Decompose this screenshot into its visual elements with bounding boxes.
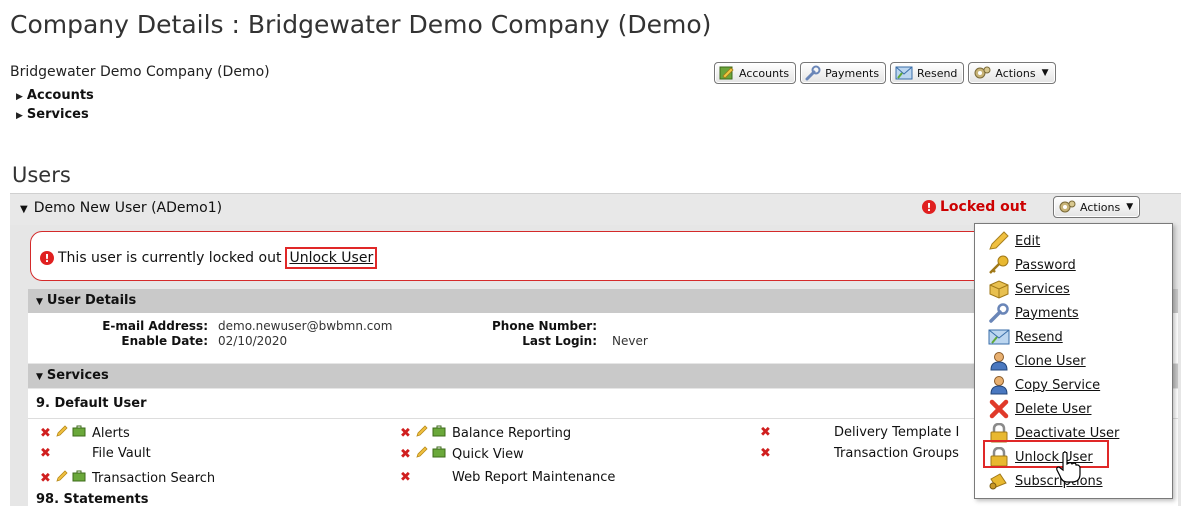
collapse-arrow-icon: ▼ bbox=[36, 297, 43, 307]
remove-icon[interactable]: ✖ bbox=[400, 447, 416, 462]
resend-button[interactable]: Resend bbox=[890, 62, 965, 84]
menu-item-payments[interactable]: Payments bbox=[988, 303, 1079, 323]
lock-notice-text: ! This user is currently locked out Unlo… bbox=[40, 247, 378, 269]
remove-icon[interactable]: ✖ bbox=[760, 446, 776, 461]
remove-icon[interactable]: ✖ bbox=[40, 446, 56, 461]
enable-date-label: Enable Date: bbox=[121, 334, 208, 348]
remove-icon[interactable]: ✖ bbox=[400, 426, 416, 441]
expand-arrow-icon: ▶ bbox=[16, 111, 23, 121]
unlock-user-link[interactable]: Unlock User bbox=[285, 247, 378, 269]
services-toggle[interactable]: ▼ Services bbox=[36, 368, 109, 383]
megaphone-icon bbox=[989, 473, 1007, 490]
pencil-icon[interactable] bbox=[416, 446, 432, 462]
gears-icon bbox=[1059, 200, 1076, 213]
company-name: Bridgewater Demo Company (Demo) bbox=[10, 64, 270, 80]
service-item: ✖ Web Report Maintenance bbox=[400, 470, 616, 485]
accounts-button[interactable]: Accounts bbox=[714, 62, 797, 84]
delete-icon bbox=[989, 399, 1009, 419]
company-actions-button[interactable]: Actions ▼ bbox=[968, 62, 1056, 84]
tree-item-accounts[interactable]: ▶ Accounts bbox=[16, 88, 94, 103]
menu-item-edit[interactable]: Edit bbox=[988, 231, 1040, 251]
email-value: demo.newuser@bwbmn.com bbox=[218, 319, 393, 333]
service-item: ✖ Transaction Search bbox=[40, 470, 216, 486]
user-collapse-toggle[interactable]: ▼ Demo New User (ADemo1) bbox=[20, 200, 222, 216]
collapse-arrow-icon: ▼ bbox=[20, 204, 28, 215]
service-item: ✖ Alerts bbox=[40, 425, 130, 441]
alert-icon: ! bbox=[40, 251, 54, 265]
user-icon bbox=[990, 352, 1008, 371]
service-item: ✖ File Vault bbox=[40, 446, 151, 461]
pencil-icon[interactable] bbox=[416, 425, 432, 441]
box-icon bbox=[989, 280, 1009, 299]
key-icon bbox=[989, 255, 1009, 274]
service-group-default-user: 9. Default User bbox=[36, 396, 147, 411]
users-heading: Users bbox=[12, 163, 71, 187]
service-group-statements: 98. Statements bbox=[36, 492, 149, 507]
pencil-icon bbox=[989, 231, 1009, 250]
hand-cursor-icon bbox=[1056, 452, 1081, 483]
payments-button[interactable]: Payments bbox=[800, 62, 887, 84]
phone-label: Phone Number: bbox=[492, 319, 597, 333]
alert-icon: ! bbox=[922, 200, 936, 214]
tree-item-services[interactable]: ▶ Services bbox=[16, 107, 89, 122]
enable-date-value: 02/10/2020 bbox=[218, 334, 288, 348]
remove-icon[interactable]: ✖ bbox=[400, 470, 416, 485]
locked-out-status: ! Locked out bbox=[922, 199, 1026, 215]
briefcase-icon bbox=[72, 425, 92, 441]
remove-icon[interactable]: ✖ bbox=[40, 426, 56, 441]
wrench-icon bbox=[989, 303, 1009, 323]
briefcase-icon bbox=[432, 446, 452, 462]
last-login-label: Last Login: bbox=[522, 334, 597, 348]
dropdown-caret-icon: ▼ bbox=[1126, 202, 1134, 212]
menu-item-subscriptions[interactable]: Subscriptions bbox=[988, 471, 1103, 491]
menu-item-services[interactable]: Services bbox=[988, 279, 1070, 299]
company-toolbar: Accounts Payments Resend Actions ▼ bbox=[714, 62, 1056, 84]
remove-icon[interactable]: ✖ bbox=[760, 425, 776, 440]
gears-icon bbox=[974, 66, 991, 79]
service-item: ✖ Quick View bbox=[400, 446, 524, 462]
envelope-icon bbox=[895, 66, 913, 80]
email-label: E-mail Address: bbox=[102, 319, 208, 333]
accounts-icon bbox=[719, 66, 734, 80]
remove-icon[interactable]: ✖ bbox=[40, 471, 56, 486]
service-item: ✖ Balance Reporting bbox=[400, 425, 572, 441]
pencil-icon[interactable] bbox=[56, 425, 72, 441]
pencil-icon[interactable] bbox=[56, 470, 72, 486]
menu-item-delete-user[interactable]: Delete User bbox=[988, 399, 1091, 419]
last-login-value: Never bbox=[612, 334, 648, 348]
menu-item-clone-user[interactable]: Clone User bbox=[988, 351, 1086, 371]
service-item: ✖ Delivery Template I bbox=[760, 425, 960, 440]
dropdown-caret-icon: ▼ bbox=[1041, 68, 1049, 78]
service-item: ✖ Transaction Groups bbox=[760, 446, 959, 461]
user-actions-button[interactable]: Actions ▼ bbox=[1053, 196, 1141, 218]
briefcase-icon bbox=[432, 425, 452, 441]
envelope-icon bbox=[988, 329, 1010, 345]
menu-item-copy-service[interactable]: Copy Service bbox=[988, 375, 1100, 395]
user-icon bbox=[990, 376, 1008, 395]
menu-item-password[interactable]: Password bbox=[988, 255, 1076, 275]
menu-item-resend[interactable]: Resend bbox=[988, 327, 1063, 347]
wrench-icon bbox=[805, 65, 821, 81]
unlock-user-highlight bbox=[983, 440, 1109, 468]
page-title: Company Details : Bridgewater Demo Compa… bbox=[10, 10, 712, 39]
collapse-arrow-icon: ▼ bbox=[36, 372, 43, 382]
expand-arrow-icon: ▶ bbox=[16, 92, 23, 102]
user-details-toggle[interactable]: ▼ User Details bbox=[36, 293, 136, 308]
briefcase-icon bbox=[72, 470, 92, 486]
